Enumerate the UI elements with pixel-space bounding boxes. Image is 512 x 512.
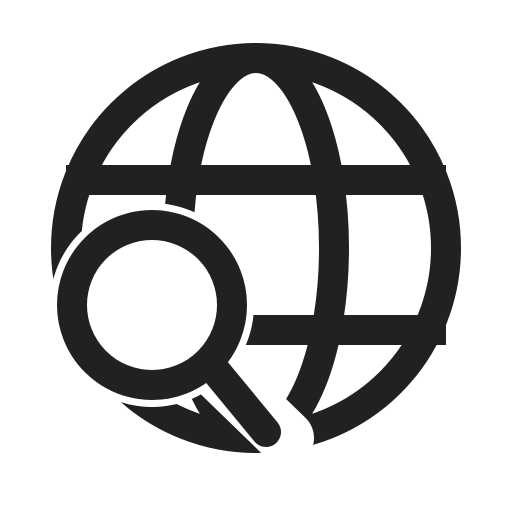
globe-search-icon xyxy=(51,43,461,453)
icon-canvas xyxy=(0,0,512,512)
